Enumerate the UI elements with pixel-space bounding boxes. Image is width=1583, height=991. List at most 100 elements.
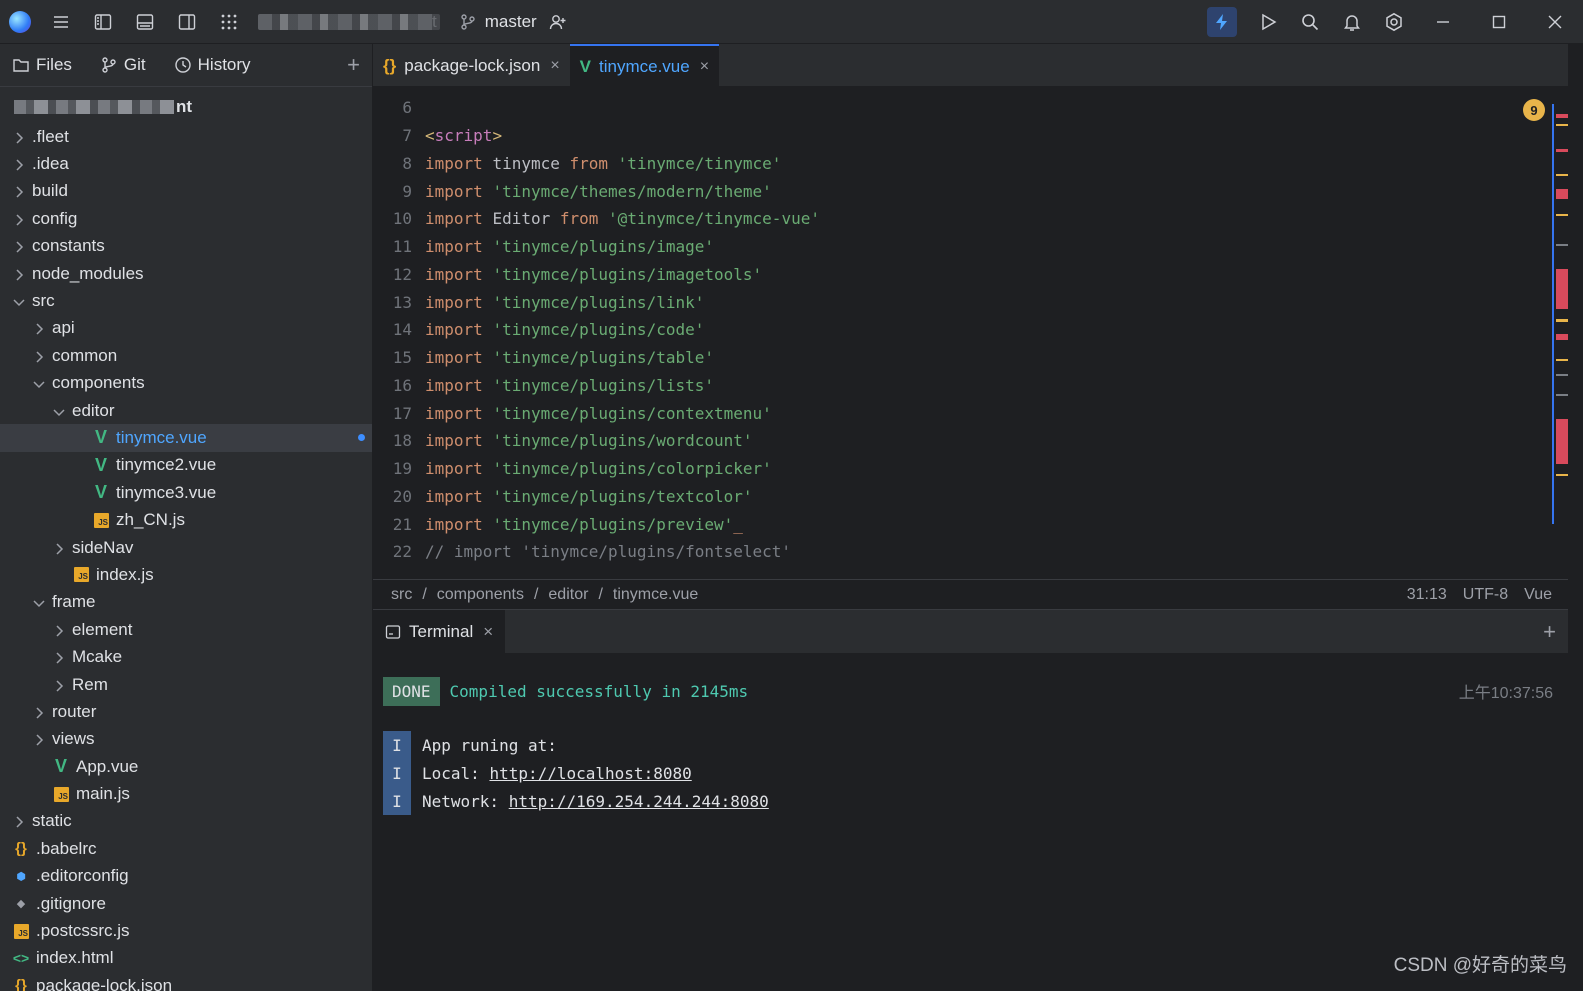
code-line[interactable]: 18 import 'tinymce/plugins/wordcount' bbox=[373, 427, 1548, 455]
code-line[interactable]: 20 import 'tinymce/plugins/textcolor' bbox=[373, 483, 1548, 511]
code-line[interactable]: 11 import 'tinymce/plugins/image' bbox=[373, 233, 1548, 261]
tree-folder[interactable]: build bbox=[0, 178, 372, 205]
run-icon[interactable] bbox=[1247, 0, 1289, 44]
tree-folder[interactable]: element bbox=[0, 616, 372, 643]
breadcrumb-item[interactable]: tinymce.vue bbox=[613, 586, 698, 604]
search-icon[interactable] bbox=[1289, 0, 1331, 44]
breadcrumb-item[interactable]: src bbox=[391, 586, 412, 604]
new-terminal-icon[interactable]: + bbox=[1543, 619, 1556, 645]
close-terminal-icon[interactable]: × bbox=[483, 622, 493, 642]
tree-folder[interactable]: common bbox=[0, 342, 372, 369]
branch-selector[interactable]: master bbox=[459, 12, 537, 32]
code-line[interactable]: 13 import 'tinymce/plugins/link' bbox=[373, 288, 1548, 316]
tree-file[interactable]: Vtinymce3.vue bbox=[0, 479, 372, 506]
chevron-down-icon[interactable] bbox=[32, 376, 46, 390]
tree-folder[interactable]: sideNav bbox=[0, 534, 372, 561]
chevron-down-icon[interactable] bbox=[52, 404, 66, 418]
code-line[interactable]: 16 import 'tinymce/plugins/lists' bbox=[373, 372, 1548, 400]
chevron-right-icon[interactable] bbox=[52, 678, 66, 692]
add-user-icon[interactable] bbox=[537, 0, 579, 44]
tree-file[interactable]: JS .postcssrc.js bbox=[0, 917, 372, 944]
warnings-badge[interactable]: 9 bbox=[1523, 99, 1545, 121]
settings-gear-icon[interactable] bbox=[1373, 0, 1415, 44]
chevron-right-icon[interactable] bbox=[12, 184, 26, 198]
tree-file[interactable]: JS zh_CN.js bbox=[0, 506, 372, 533]
maximize-window-icon[interactable] bbox=[1471, 0, 1527, 44]
chevron-right-icon[interactable] bbox=[32, 705, 46, 719]
close-window-icon[interactable] bbox=[1527, 0, 1583, 44]
tree-file[interactable]: <> index.html bbox=[0, 945, 372, 972]
file-language[interactable]: Vue bbox=[1524, 586, 1552, 604]
tree-file[interactable]: JS index.js bbox=[0, 561, 372, 588]
notifications-bell-icon[interactable] bbox=[1331, 0, 1373, 44]
tree-folder[interactable]: editor bbox=[0, 397, 372, 424]
tab-files[interactable]: Files bbox=[12, 55, 72, 75]
code-line[interactable]: 14 import 'tinymce/plugins/code' bbox=[373, 316, 1548, 344]
minimize-window-icon[interactable] bbox=[1415, 0, 1471, 44]
chevron-right-icon[interactable] bbox=[12, 130, 26, 144]
toggle-bottom-panel-icon[interactable] bbox=[124, 0, 166, 44]
terminal-output[interactable]: DONE Compiled successfully in 2145ms 上午1… bbox=[383, 676, 1553, 815]
code-line[interactable]: 15 import 'tinymce/plugins/table' bbox=[373, 344, 1548, 372]
chevron-right-icon[interactable] bbox=[12, 239, 26, 253]
code-line[interactable]: 6 bbox=[373, 94, 1548, 122]
tree-file[interactable]: JS main.js bbox=[0, 780, 372, 807]
code-line[interactable]: 7 <script> bbox=[373, 122, 1548, 150]
smart-mode-bolt-icon[interactable] bbox=[1207, 6, 1237, 37]
editor-tab[interactable]: {} package-lock.json × bbox=[373, 44, 570, 87]
tree-file[interactable]: ◆ .gitignore bbox=[0, 890, 372, 917]
tree-folder[interactable]: components bbox=[0, 370, 372, 397]
tree-folder[interactable]: views bbox=[0, 726, 372, 753]
tree-file[interactable]: ⬢ .editorconfig bbox=[0, 863, 372, 890]
close-tab-icon[interactable]: × bbox=[700, 58, 709, 76]
code-view[interactable]: 6 7 <script> 8 import tinymce from 'tinymce/… bbox=[373, 94, 1548, 574]
main-menu-icon[interactable] bbox=[40, 0, 82, 44]
chevron-down-icon[interactable] bbox=[12, 294, 26, 308]
project-name-redacted[interactable] bbox=[258, 13, 440, 30]
tab-git[interactable]: Git bbox=[100, 55, 146, 75]
tree-folder[interactable]: api bbox=[0, 315, 372, 342]
code-line[interactable]: 8 import tinymce from 'tinymce/tinymce' bbox=[373, 150, 1548, 178]
terminal-url-link[interactable]: http://localhost:8080 bbox=[489, 764, 691, 783]
tree-folder[interactable]: .idea bbox=[0, 150, 372, 177]
chevron-right-icon[interactable] bbox=[52, 650, 66, 664]
chevron-right-icon[interactable] bbox=[12, 157, 26, 171]
tree-folder[interactable]: frame bbox=[0, 589, 372, 616]
chevron-right-icon[interactable] bbox=[12, 814, 26, 828]
terminal-url-link[interactable]: http://169.254.244.244:8080 bbox=[509, 792, 769, 811]
apps-grid-icon[interactable] bbox=[208, 0, 250, 44]
editor-tab[interactable]: Vtinymce.vue × bbox=[569, 44, 720, 87]
chevron-right-icon[interactable] bbox=[12, 212, 26, 226]
tree-file[interactable]: V App.vue bbox=[0, 753, 372, 780]
code-line[interactable]: 19 import 'tinymce/plugins/colorpicker' bbox=[373, 455, 1548, 483]
code-line[interactable]: 17 import 'tinymce/plugins/contextmenu' bbox=[373, 399, 1548, 427]
tab-history[interactable]: History bbox=[174, 55, 251, 75]
chevron-right-icon[interactable] bbox=[32, 321, 46, 335]
cursor-position[interactable]: 31:13 bbox=[1407, 586, 1447, 604]
breadcrumb-item[interactable]: components bbox=[437, 586, 524, 604]
tree-folder[interactable]: Rem bbox=[0, 671, 372, 698]
close-tab-icon[interactable]: × bbox=[550, 57, 559, 75]
code-line[interactable]: 21 import 'tinymce/plugins/preview'_ bbox=[373, 510, 1548, 538]
code-line[interactable]: 22 // import 'tinymce/plugins/fontselect' bbox=[373, 538, 1548, 566]
chevron-right-icon[interactable] bbox=[52, 541, 66, 555]
tree-folder[interactable]: static bbox=[0, 808, 372, 835]
tree-file[interactable]: {} .babelrc bbox=[0, 835, 372, 862]
tab-terminal[interactable]: Terminal × bbox=[373, 610, 506, 653]
tree-folder[interactable]: .fleet bbox=[0, 123, 372, 150]
tree-folder[interactable]: node_modules bbox=[0, 260, 372, 287]
tree-folder[interactable]: constants bbox=[0, 233, 372, 260]
code-line[interactable]: 9 import 'tinymce/themes/modern/theme' bbox=[373, 177, 1548, 205]
tree-folder[interactable]: router bbox=[0, 698, 372, 725]
code-line[interactable]: 12 import 'tinymce/plugins/imagetools' bbox=[373, 261, 1548, 289]
chevron-right-icon[interactable] bbox=[32, 732, 46, 746]
chevron-down-icon[interactable] bbox=[32, 595, 46, 609]
tree-folder[interactable]: config bbox=[0, 205, 372, 232]
tree-root[interactable]: nt bbox=[0, 91, 372, 123]
breadcrumb-item[interactable]: editor bbox=[548, 586, 588, 604]
tree-file[interactable]: {} package-lock.json bbox=[0, 972, 372, 991]
tree-folder[interactable]: src bbox=[0, 287, 372, 314]
add-panel-tab-icon[interactable]: + bbox=[347, 52, 360, 78]
app-logo-icon[interactable] bbox=[0, 0, 40, 44]
code-line[interactable]: 10 import Editor from '@tinymce/tinymce-v… bbox=[373, 205, 1548, 233]
